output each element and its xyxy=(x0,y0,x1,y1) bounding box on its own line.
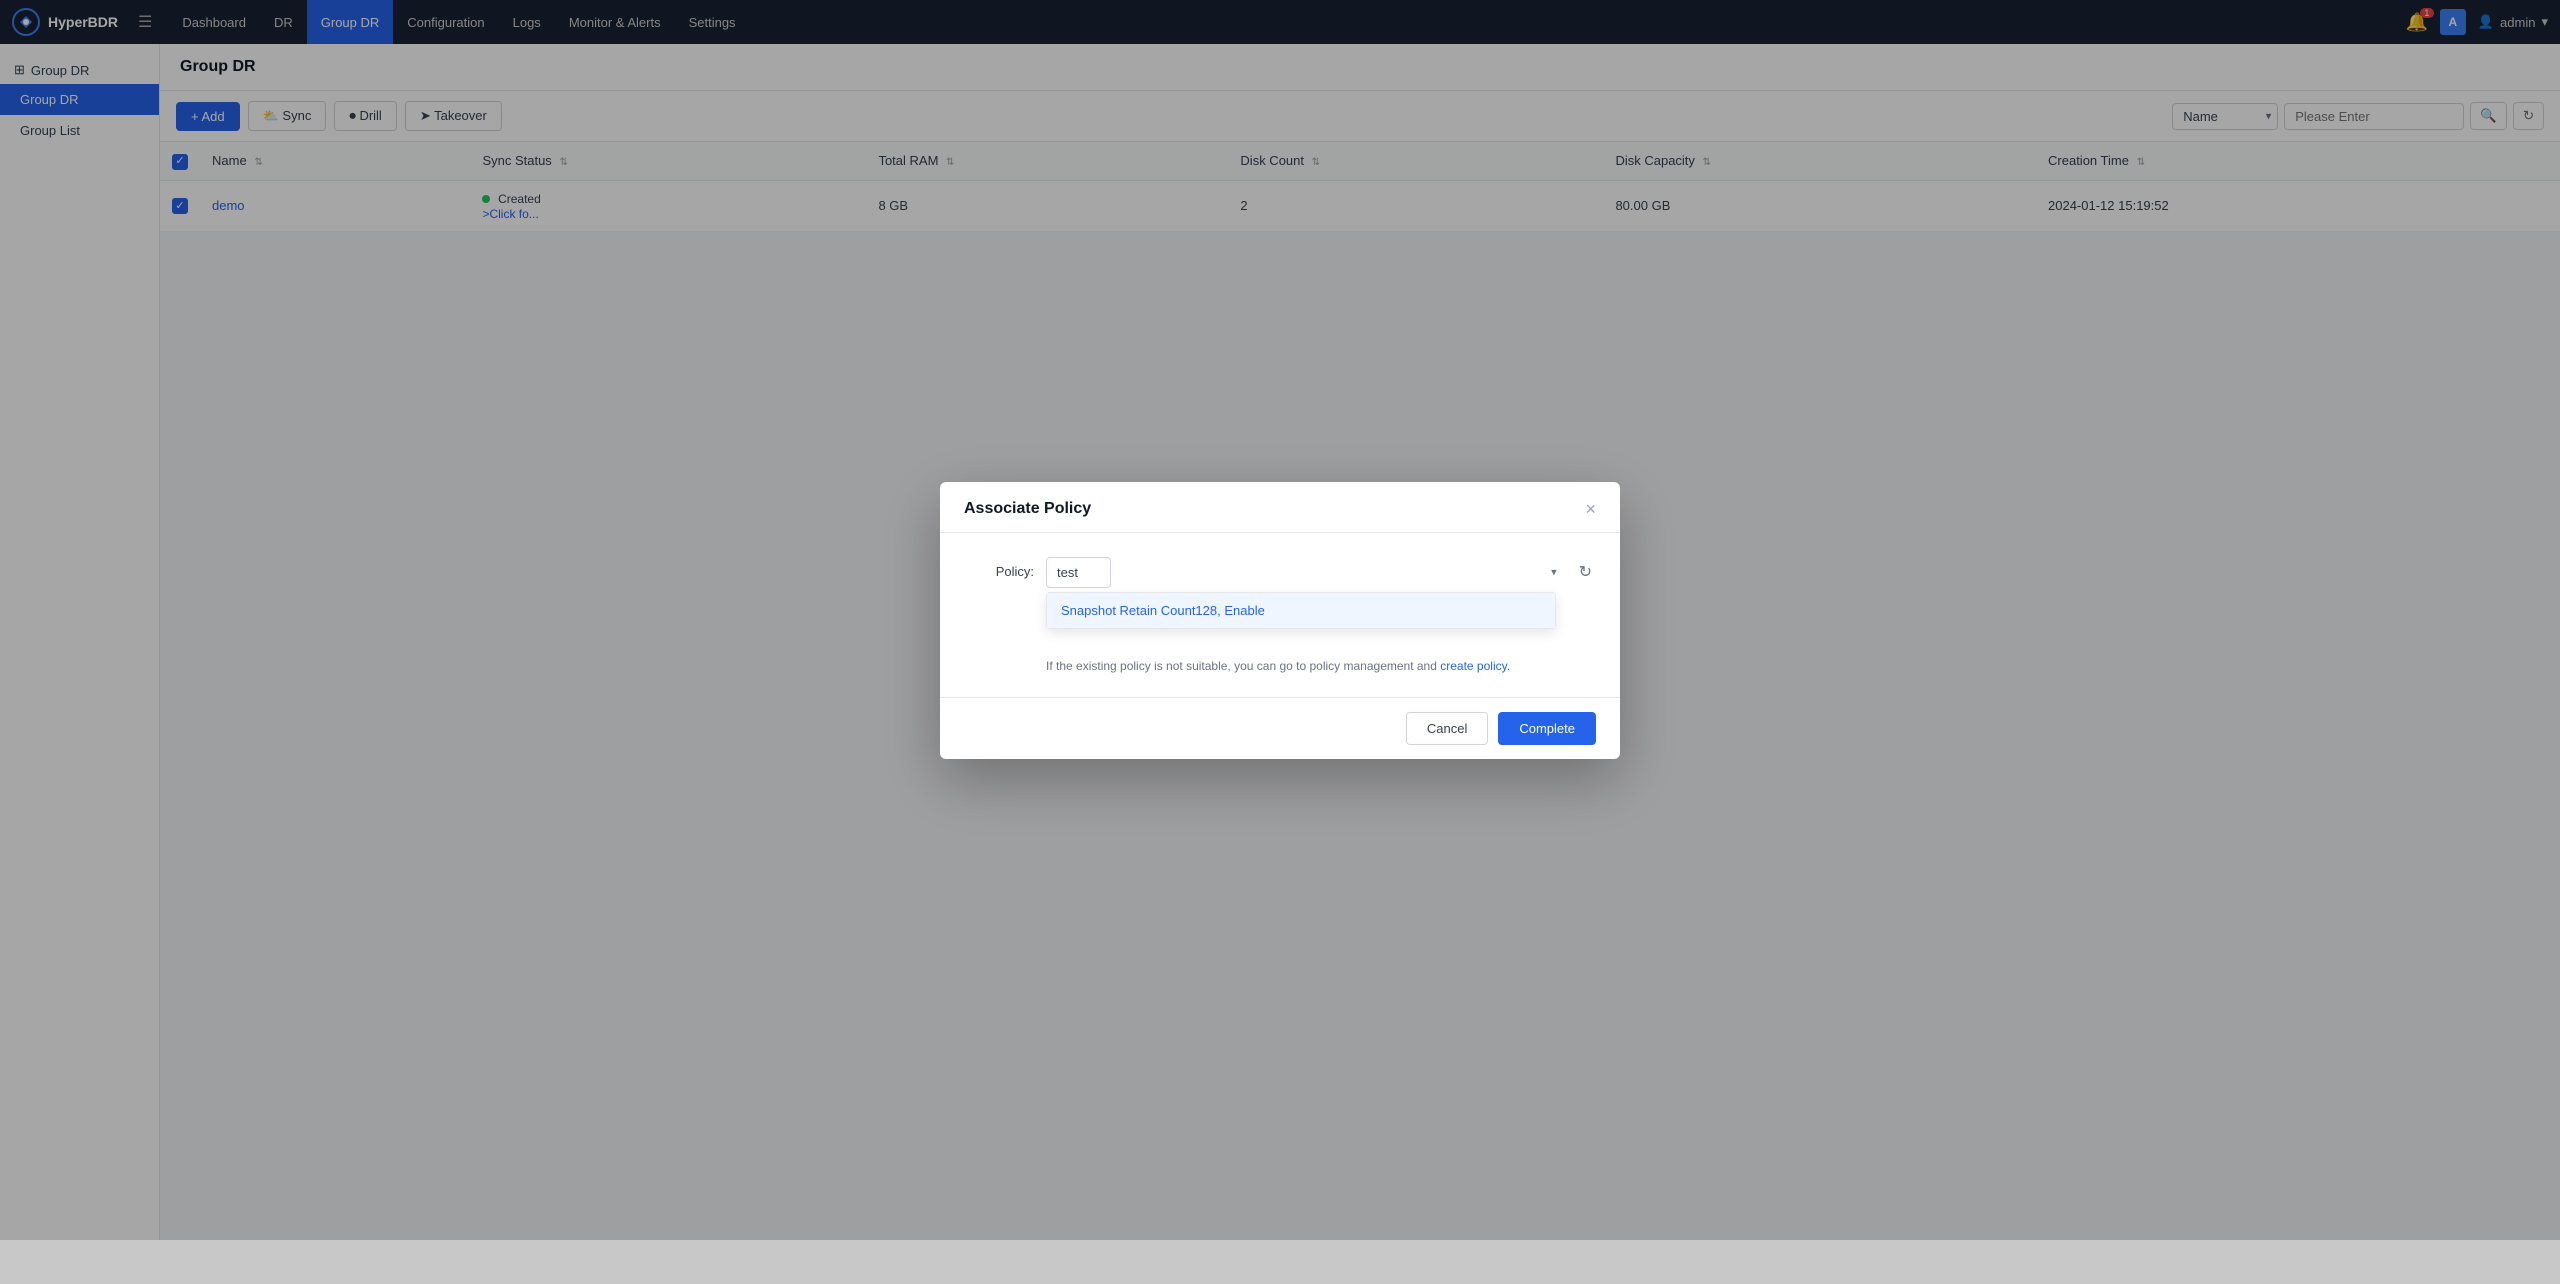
policy-select-wrap: test ↻ Snapshot Retain Count128, Enable xyxy=(1046,557,1596,588)
hint-text-content: If the existing policy is not suitable, … xyxy=(1046,659,1437,673)
create-policy-link[interactable]: create policy. xyxy=(1440,659,1510,673)
policy-form-row: Policy: test ↻ Snapshot Retain Count128,… xyxy=(964,557,1596,588)
dropdown-item-snapshot-retain[interactable]: Snapshot Retain Count128, Enable xyxy=(1047,593,1555,628)
policy-select[interactable]: test xyxy=(1046,557,1111,588)
complete-button[interactable]: Complete xyxy=(1498,712,1596,745)
modal-title: Associate Policy xyxy=(964,500,1091,518)
associate-policy-modal: Associate Policy × Policy: test ↻ Snapsh… xyxy=(940,482,1620,759)
hint-area: If the existing policy is not suitable, … xyxy=(964,658,1596,673)
modal-close-button[interactable]: × xyxy=(1585,500,1596,518)
policy-refresh-button[interactable]: ↻ xyxy=(1575,558,1596,586)
hint-text: If the existing policy is not suitable, … xyxy=(1046,659,1510,673)
modal-footer: Cancel Complete xyxy=(940,697,1620,759)
modal-overlay: Associate Policy × Policy: test ↻ Snapsh… xyxy=(0,0,2560,1240)
modal-body: Policy: test ↻ Snapshot Retain Count128,… xyxy=(940,533,1620,697)
modal-header: Associate Policy × xyxy=(940,482,1620,533)
policy-dropdown-panel: Snapshot Retain Count128, Enable xyxy=(1046,592,1556,629)
policy-label: Policy: xyxy=(964,557,1034,579)
cancel-button[interactable]: Cancel xyxy=(1406,712,1488,745)
